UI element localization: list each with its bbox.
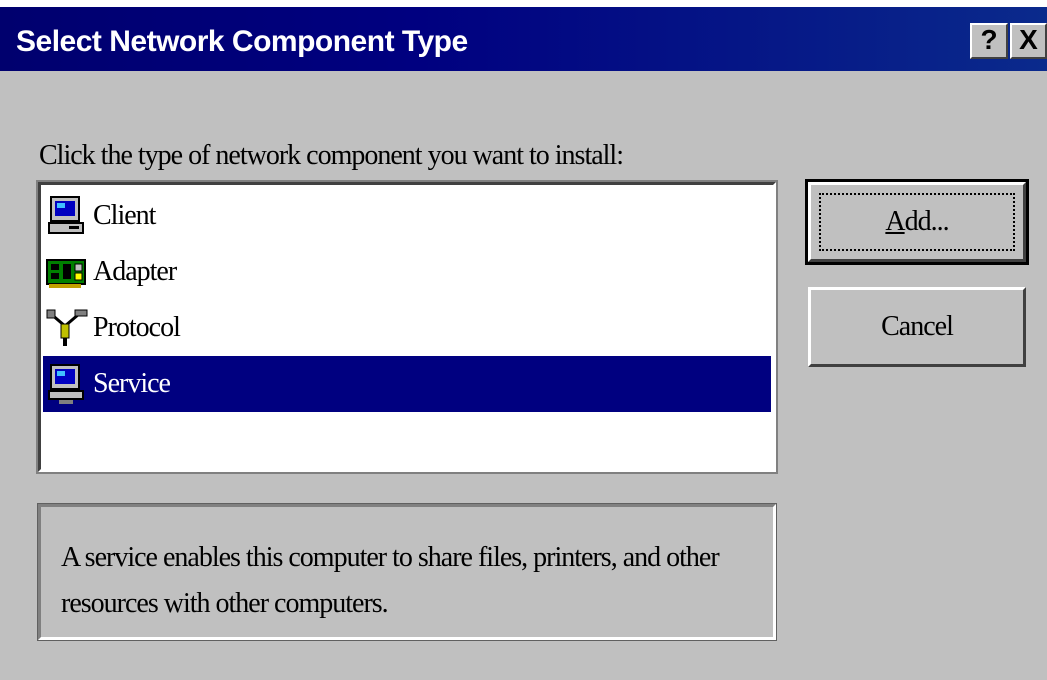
list-item-label: Adapter xyxy=(93,256,177,287)
add-button[interactable]: Add... xyxy=(805,179,1029,265)
list-item-protocol[interactable]: Protocol xyxy=(43,300,771,356)
focus-rectangle xyxy=(819,193,1015,251)
window-title: Select Network Component Type xyxy=(16,25,468,58)
service-computer-icon xyxy=(48,364,84,404)
title-bar[interactable]: Select Network Component Type ? X xyxy=(0,7,1047,71)
list-item-label: Client xyxy=(93,200,156,231)
list-item-service[interactable]: Service xyxy=(43,356,771,412)
list-item-client[interactable]: Client xyxy=(43,188,771,244)
close-button[interactable]: X xyxy=(1010,23,1047,59)
protocol-cable-icon xyxy=(46,309,88,346)
description-box: A service enables this computer to share… xyxy=(37,503,777,641)
component-type-list[interactable]: Client Adapter Protocol Service xyxy=(36,180,778,474)
network-adapter-icon xyxy=(46,259,86,288)
list-item-label: Protocol xyxy=(93,312,181,343)
instruction-label: Click the type of network component you … xyxy=(39,140,624,171)
cancel-button-label: Cancel xyxy=(881,311,954,342)
list-item-label: Service xyxy=(93,368,171,399)
client-computer-icon xyxy=(48,196,84,234)
help-button[interactable]: ? xyxy=(970,23,1008,59)
description-text: A service enables this computer to share… xyxy=(61,542,720,619)
cancel-button[interactable]: Cancel xyxy=(808,287,1026,367)
list-item-adapter[interactable]: Adapter xyxy=(43,244,771,300)
